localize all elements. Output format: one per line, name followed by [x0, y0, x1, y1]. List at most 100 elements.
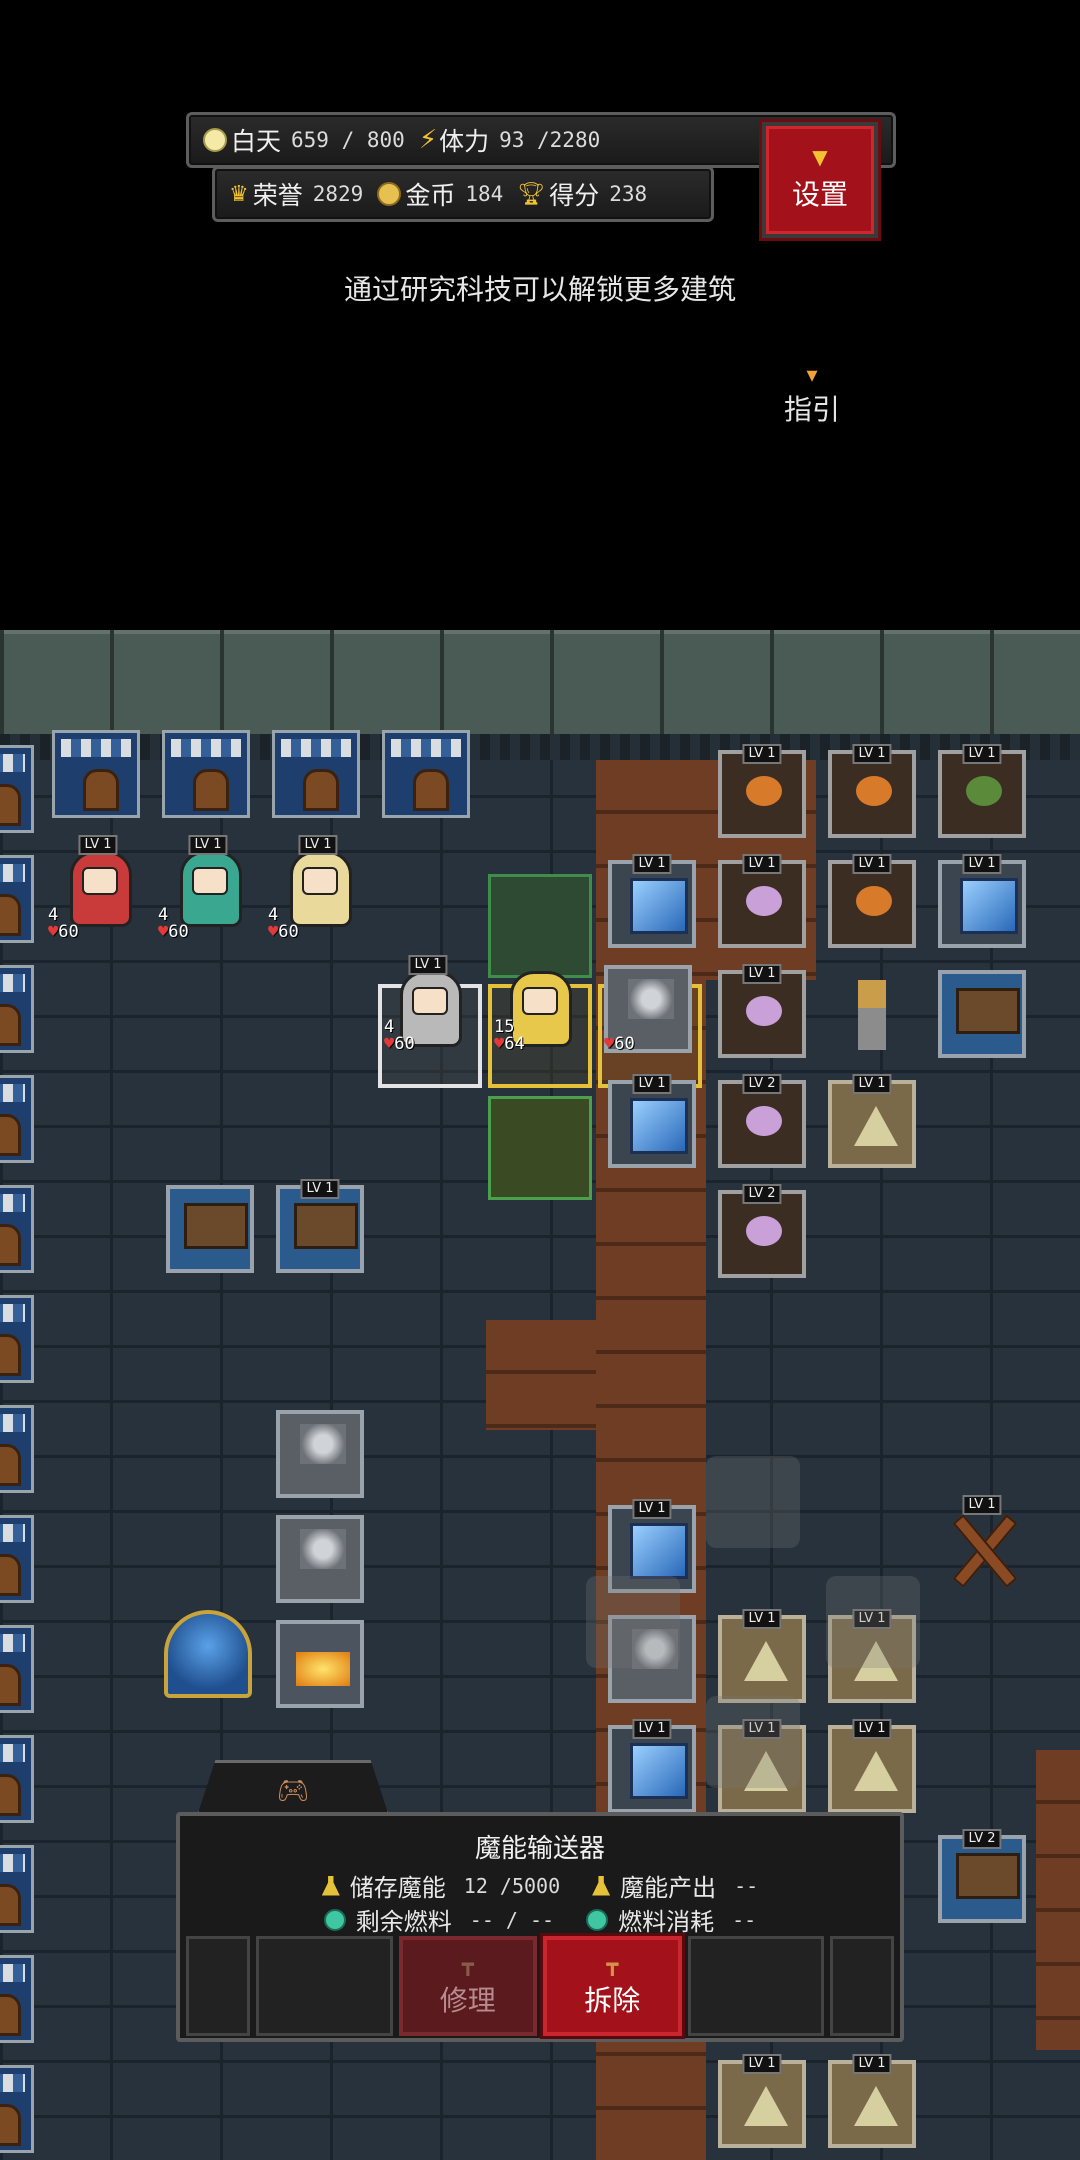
edge-building[interactable]: [0, 745, 34, 833]
daytime-label: 白天: [231, 127, 282, 156]
remove-button[interactable]: ┳ 拆除: [540, 1933, 685, 2039]
level-tag: LV 2: [742, 1074, 782, 1094]
mana-transmitter-unit[interactable]: ♥60: [602, 965, 694, 1057]
hero-unit-angel[interactable]: LV 1 4 ♥60: [268, 835, 364, 941]
pumpkin-planter[interactable]: LV 1: [828, 744, 916, 838]
house[interactable]: [52, 730, 140, 818]
unit-hp: 60: [168, 922, 189, 942]
hero-unit-green-hair[interactable]: LV 1 4 ♥60: [158, 835, 254, 941]
edge-building[interactable]: [0, 965, 34, 1053]
storage-machine[interactable]: LV 2: [938, 1829, 1026, 1923]
edge-building[interactable]: [0, 855, 34, 943]
guide-button[interactable]: ▾ 指引: [770, 364, 854, 428]
green-tent[interactable]: LV 1: [828, 2054, 916, 2148]
honor-stat: ♛ 荣誉 2829: [229, 176, 363, 212]
house[interactable]: [162, 730, 250, 818]
edge-building[interactable]: [0, 1845, 34, 1933]
ghost-control-right[interactable]: [826, 1576, 920, 1668]
daytime-value: 659 / 800: [291, 128, 405, 152]
stone-wall: [0, 630, 1080, 746]
turnip-planter[interactable]: LV 1: [718, 854, 806, 948]
hero-unit-red-hood[interactable]: LV 1 4 ♥60: [48, 835, 144, 941]
anvil[interactable]: [276, 1515, 364, 1603]
daytime-stat: 白天 659 / 800: [203, 122, 405, 158]
unit-stats: 4 ♥60: [48, 907, 79, 941]
treasure-chest[interactable]: LV 1: [276, 1179, 364, 1273]
placement-tile[interactable]: [488, 1096, 592, 1200]
hammer-icon: ┳: [606, 1952, 619, 1976]
score-stat: 🏆︎ 得分 238: [517, 176, 647, 212]
building-name: 魔能输送器: [474, 1834, 605, 1864]
ghost-control-down[interactable]: [706, 1696, 800, 1788]
house[interactable]: [382, 730, 470, 818]
edge-building[interactable]: [0, 1955, 34, 2043]
heart-icon: ♥: [494, 1034, 505, 1054]
fuel-consume-value: --: [732, 1907, 757, 1932]
ghost-control-left[interactable]: [586, 1576, 680, 1668]
unit-stats: 4 ♥60: [158, 907, 189, 941]
storage-machine[interactable]: [938, 970, 1026, 1058]
unit-stats: 4 ♥60: [268, 907, 299, 941]
settings-button[interactable]: ▼ 设置: [759, 119, 881, 241]
edge-building[interactable]: [0, 1295, 34, 1383]
lamp-post[interactable]: [828, 970, 916, 1058]
edge-building[interactable]: [0, 1075, 34, 1163]
heart-icon: ♥: [268, 922, 279, 942]
repair-button[interactable]: ┳ 修理: [398, 1936, 537, 2036]
stamina-icon: ⚡: [418, 125, 438, 155]
edge-building[interactable]: [0, 1405, 34, 1493]
ghost-control-up[interactable]: [706, 1456, 800, 1548]
level-tag: LV 2: [742, 1184, 782, 1204]
research-monitor[interactable]: LV 1: [608, 1719, 696, 1813]
pumpkin-planter[interactable]: LV 1: [828, 854, 916, 948]
level-tag: LV 1: [632, 854, 672, 874]
generator[interactable]: [276, 1410, 364, 1498]
level-tag: LV 1: [742, 2054, 782, 2074]
crossed-barricade[interactable]: LV 1: [938, 1495, 1026, 1593]
edge-building[interactable]: [0, 1625, 34, 1713]
hero-unit-blonde-mage[interactable]: 15 ♥64: [492, 965, 584, 1057]
settings-label: 设置: [791, 178, 848, 211]
fuel-row: 剩余燃料 -- / -- 燃料消耗 --: [180, 1902, 900, 1937]
wheat-planter[interactable]: LV 1: [828, 1074, 916, 1168]
research-monitor[interactable]: LV 1: [608, 854, 696, 948]
pumpkin-planter[interactable]: LV 1: [718, 744, 806, 838]
wheat-planter[interactable]: LV 1: [718, 2054, 806, 2148]
panel-tab-controller[interactable]: 🎮︎: [196, 1760, 390, 1819]
level-tag: LV 1: [408, 955, 448, 975]
edge-building[interactable]: [0, 2065, 34, 2153]
unit-hp: 64: [504, 1034, 525, 1054]
unit-face: [192, 867, 228, 895]
research-monitor[interactable]: LV 1: [938, 854, 1026, 948]
turnip-planter[interactable]: LV 1: [718, 964, 806, 1058]
stored-mana-value: 12 /5000: [463, 1873, 561, 1898]
tree-planter[interactable]: LV 1: [938, 744, 1026, 838]
stored-mana-label: 储存魔能: [349, 1874, 446, 1902]
level-tag: LV 1: [852, 1719, 892, 1739]
hero-unit-white-hair[interactable]: LV 1 4 ♥60: [382, 955, 474, 1057]
turnip-planter[interactable]: LV 2: [718, 1074, 806, 1168]
edge-building[interactable]: [0, 1735, 34, 1823]
blue-chest[interactable]: [166, 1185, 254, 1273]
fuel-orb-icon: [586, 1908, 609, 1931]
mana-output-value: --: [734, 1873, 759, 1898]
edge-building[interactable]: [0, 1515, 34, 1603]
fuel-remaining-value: -- / --: [469, 1907, 555, 1932]
turnip-planter[interactable]: LV 2: [718, 1184, 806, 1278]
house[interactable]: [272, 730, 360, 818]
mana-dome[interactable]: [164, 1610, 252, 1698]
stamina-stat: ⚡ 体力 93 /2280: [419, 122, 600, 158]
placement-tile[interactable]: [488, 874, 592, 978]
crown-icon: ♛: [229, 181, 249, 207]
action-slots: ┳ 修理 ┳ 拆除: [186, 1933, 894, 2039]
unit-hp: 60: [394, 1034, 415, 1054]
unit-hp: 60: [614, 1034, 635, 1054]
level-tag: LV 1: [742, 964, 782, 984]
heart-icon: ♥: [48, 922, 59, 942]
level-tag: LV 1: [742, 744, 782, 764]
wheat-planter[interactable]: LV 1: [718, 1609, 806, 1703]
edge-building[interactable]: [0, 1185, 34, 1273]
research-monitor[interactable]: LV 1: [608, 1074, 696, 1168]
tent[interactable]: LV 1: [828, 1719, 916, 1813]
furnace[interactable]: [276, 1620, 364, 1708]
